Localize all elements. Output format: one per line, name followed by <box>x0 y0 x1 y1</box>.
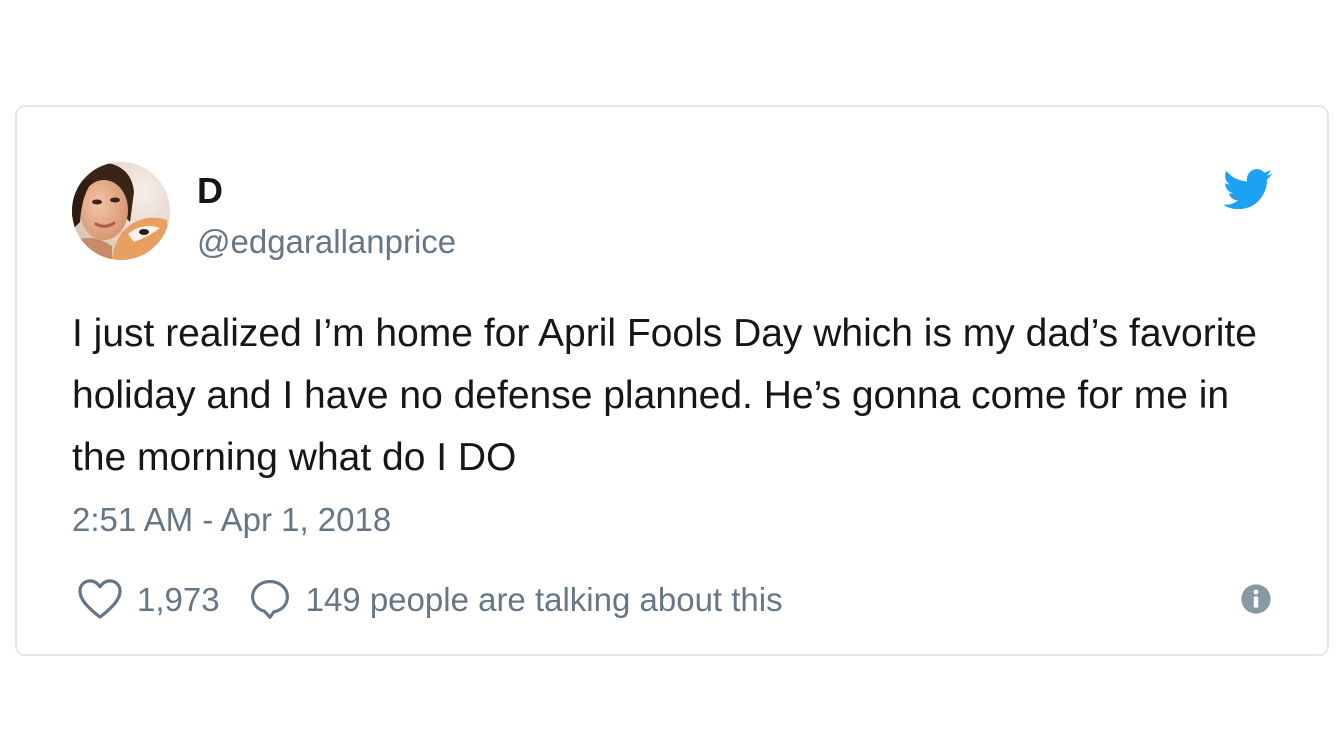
tweet-timestamp[interactable]: 2:51 AM - Apr 1, 2018 <box>72 503 391 536</box>
like-count: 1,973 <box>137 580 220 618</box>
reply-button[interactable]: 149 people are talking about this <box>248 577 783 621</box>
like-button[interactable]: 1,973 <box>77 578 220 620</box>
speech-bubble-icon <box>248 577 292 621</box>
avatar-image <box>72 162 170 260</box>
twitter-bird-icon[interactable] <box>1223 169 1273 211</box>
reply-summary: 149 people are talking about this <box>305 580 783 618</box>
tweet-text: I just realized I’m home for April Fools… <box>72 312 1257 479</box>
heart-outline-icon <box>77 578 123 620</box>
display-name[interactable]: D <box>197 173 223 209</box>
tweet-card: D @edgarallanprice I just realized I’m h… <box>15 105 1329 656</box>
tweet-actions: 1,973 149 people are talking about this <box>77 577 783 621</box>
user-handle[interactable]: @edgarallanprice <box>197 225 456 258</box>
info-icon[interactable] <box>1240 583 1272 615</box>
avatar[interactable] <box>72 162 170 260</box>
